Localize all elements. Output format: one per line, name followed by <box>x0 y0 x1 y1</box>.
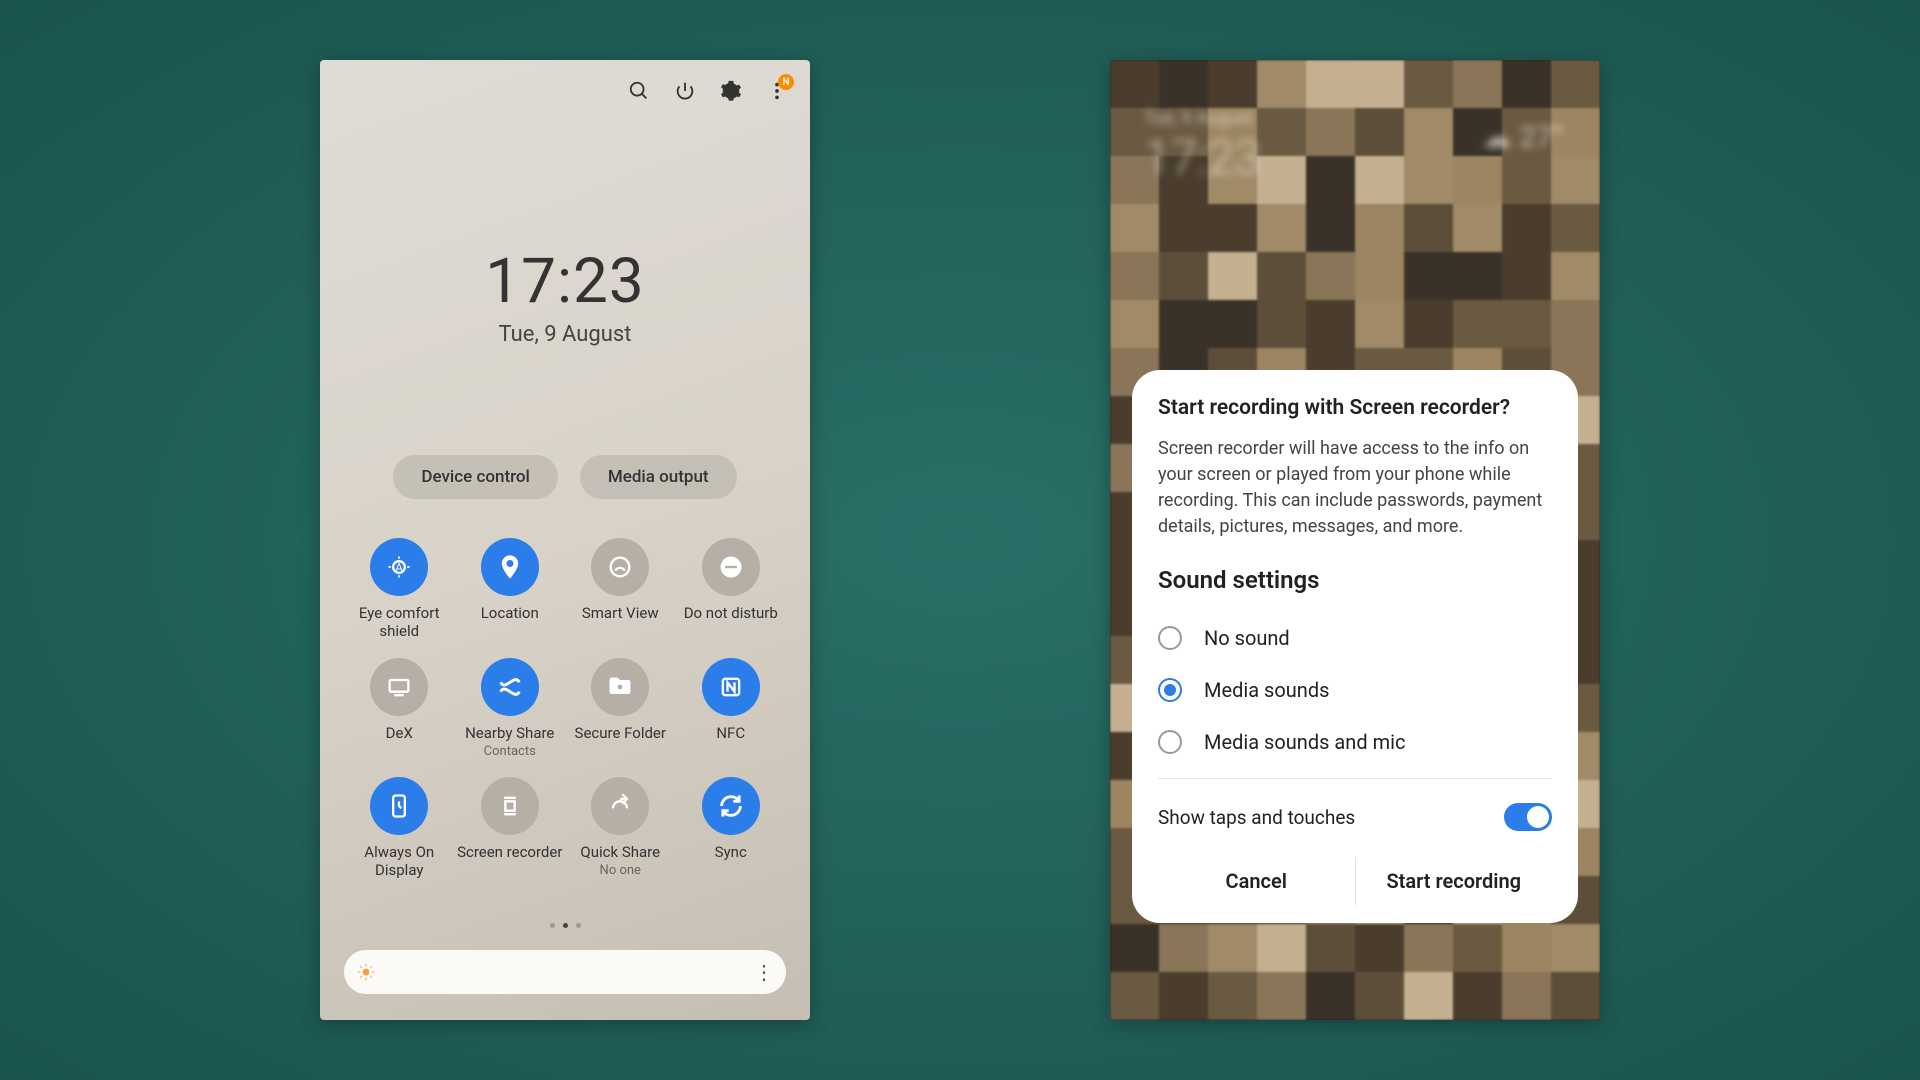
more-menu-icon[interactable]: N <box>766 80 788 106</box>
radio-icon <box>1158 626 1182 650</box>
tile-label: Quick Share <box>580 843 660 861</box>
clock-date: Tue, 9 August <box>320 322 810 347</box>
cancel-button[interactable]: Cancel <box>1158 857 1355 905</box>
tile-sublabel: Contacts <box>484 744 536 759</box>
brightness-icon <box>356 962 376 982</box>
tile-nfc[interactable]: NFC <box>676 658 787 759</box>
tile-label: Sync <box>715 843 747 861</box>
tile-location[interactable]: Location <box>455 538 566 640</box>
show-taps-toggle-row[interactable]: Show taps and touches <box>1158 789 1552 845</box>
device-control-button[interactable]: Device control <box>393 455 557 499</box>
tile-label: Nearby Share <box>465 724 554 742</box>
tile-nearby[interactable]: Nearby Share Contacts <box>455 658 566 759</box>
option-label: Media sounds and mic <box>1204 730 1405 754</box>
brightness-slider[interactable]: ⋮ <box>344 950 786 994</box>
tile-dnd[interactable]: Do not disturb <box>676 538 787 640</box>
radio-icon <box>1158 678 1182 702</box>
quick-tiles-grid: A Eye comfort shield Location Smart View Do … <box>344 538 786 879</box>
svg-text:A: A <box>395 561 403 575</box>
smartview-icon <box>591 538 649 596</box>
folder-icon <box>591 658 649 716</box>
radio-icon <box>1158 730 1182 754</box>
tile-eye[interactable]: A Eye comfort shield <box>344 538 455 640</box>
option-label: Media sounds <box>1204 678 1329 702</box>
home-clock-blurred: Tue, 9 August 17:23 <box>1144 108 1261 186</box>
tile-label: Screen recorder <box>457 843 562 861</box>
sync-icon <box>702 777 760 835</box>
screen-recorder-dialog-screen: Tue, 9 August 17:23 ☁ 27° Start recordin… <box>1110 60 1600 1020</box>
tile-label: Eye comfort shield <box>344 604 455 640</box>
tile-aod[interactable]: Always On Display <box>344 777 455 879</box>
option-media-and-mic[interactable]: Media sounds and mic <box>1158 716 1552 768</box>
tile-dex[interactable]: DeX <box>344 658 455 759</box>
tile-label: Always On Display <box>344 843 455 879</box>
aod-icon <box>370 777 428 835</box>
sound-settings-heading: Sound settings <box>1158 566 1552 594</box>
tile-label: NFC <box>716 724 745 742</box>
tile-folder[interactable]: Secure Folder <box>565 658 676 759</box>
show-taps-label: Show taps and touches <box>1158 806 1504 829</box>
nearby-icon <box>481 658 539 716</box>
quickshare-icon <box>591 777 649 835</box>
status-bar-icons: N <box>628 80 788 106</box>
tile-sublabel: No one <box>600 863 641 878</box>
tile-smartview[interactable]: Smart View <box>565 538 676 640</box>
search-icon[interactable] <box>628 80 650 106</box>
option-media-sounds[interactable]: Media sounds <box>1158 664 1552 716</box>
location-icon <box>481 538 539 596</box>
settings-gear-icon[interactable] <box>720 80 742 106</box>
divider <box>1158 778 1552 779</box>
start-recording-button[interactable]: Start recording <box>1356 857 1553 905</box>
tile-quickshare[interactable]: Quick Share No one <box>565 777 676 879</box>
option-no-sound[interactable]: No sound <box>1158 612 1552 664</box>
eye-icon: A <box>370 538 428 596</box>
notification-badge: N <box>778 74 794 90</box>
record-icon <box>481 777 539 835</box>
tile-label: Location <box>481 604 539 622</box>
clock-time: 17:23 <box>320 245 810 318</box>
clock-area: 17:23 Tue, 9 August <box>320 245 810 347</box>
dialog-title: Start recording with Screen recorder? <box>1158 396 1552 420</box>
brightness-more-icon[interactable]: ⋮ <box>754 960 774 984</box>
option-label: No sound <box>1204 626 1290 650</box>
dialog-body: Screen recorder will have access to the … <box>1158 436 1552 540</box>
quick-settings-panel: N 17:23 Tue, 9 August Device control Med… <box>320 60 810 1020</box>
media-output-button[interactable]: Media output <box>580 455 737 499</box>
toggle-switch[interactable] <box>1504 803 1552 831</box>
dex-icon <box>370 658 428 716</box>
tile-label: Do not disturb <box>684 604 778 622</box>
screen-recorder-dialog: Start recording with Screen recorder? Sc… <box>1132 370 1578 923</box>
tile-label: DeX <box>386 724 413 742</box>
home-weather-blurred: ☁ 27° <box>1482 120 1564 155</box>
nfc-icon <box>702 658 760 716</box>
tile-label: Smart View <box>582 604 659 622</box>
tile-record[interactable]: Screen recorder <box>455 777 566 879</box>
power-icon[interactable] <box>674 80 696 106</box>
tile-label: Secure Folder <box>575 724 666 742</box>
page-indicator <box>320 923 810 928</box>
tile-sync[interactable]: Sync <box>676 777 787 879</box>
dnd-icon <box>702 538 760 596</box>
